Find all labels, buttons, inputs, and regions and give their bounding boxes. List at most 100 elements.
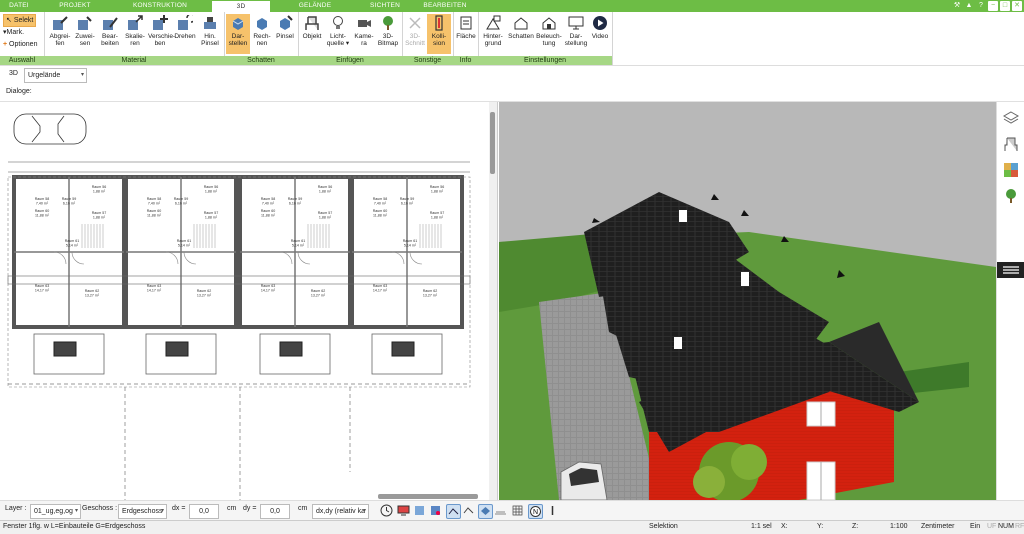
lichtquelle-label: Licht- quelle ▾	[326, 33, 350, 47]
objekt-button[interactable]: Objekt	[300, 14, 324, 54]
pinsel-button[interactable]: Pinsel	[273, 14, 297, 54]
3d-bitmap-button[interactable]: 3D- Bitmap	[376, 14, 400, 54]
help-icon[interactable]: ?	[976, 1, 986, 11]
drehen-button[interactable]: Drehen	[173, 14, 197, 54]
room-area: 1,88 m²	[319, 190, 332, 194]
layer-value: 01_ug,eg,og	[34, 508, 73, 515]
tree-icon[interactable]	[1003, 188, 1019, 204]
skalieren-button[interactable]: Skalie- ren	[123, 14, 147, 54]
kamera-button[interactable]: Kame- ra	[352, 14, 376, 54]
tab-datei[interactable]: DATEI	[2, 0, 36, 12]
kollision-button[interactable]: Kolli- sion	[427, 14, 451, 54]
group-einstellungen: Hinter- grund Schatten Beleuch- tung Dar…	[478, 12, 613, 65]
room-area: 14,17 m²	[373, 289, 388, 293]
3d-view[interactable]	[499, 102, 996, 500]
monitor-icon[interactable]	[397, 504, 410, 517]
room-area: 11,88 m²	[373, 214, 388, 218]
floor-plan-view[interactable]: Raum 56 1,88 m² Raum 59 6,16 m² Raum 58 7,40 …	[0, 102, 498, 500]
flaeche-button[interactable]: Fläche	[454, 14, 478, 54]
plan-top-hatch	[8, 161, 470, 173]
north-icon[interactable]: N	[528, 504, 543, 519]
status-rf: RF	[1015, 523, 1024, 530]
rechnen-button[interactable]: Rech- nen	[250, 14, 274, 54]
room-area: 1,88 m²	[205, 190, 218, 194]
status-ein: Ein	[970, 523, 981, 530]
plan-scroll-thumb[interactable]	[490, 112, 495, 174]
collision-icon	[435, 15, 443, 31]
snap-icon[interactable]	[413, 504, 426, 517]
hintergrund-button[interactable]: Hinter- grund	[480, 14, 506, 54]
room-name: Raum 56	[318, 185, 333, 189]
chair-icon[interactable]	[1003, 136, 1019, 152]
status-uf: UF	[987, 523, 997, 530]
camera-icon	[358, 20, 371, 27]
verschieben-button[interactable]: Verschie- ben	[148, 14, 175, 54]
minimize-button[interactable]: −	[988, 1, 998, 11]
group-label-sonstige: Sonstige	[402, 56, 453, 65]
room-area: 5,14 m²	[292, 244, 305, 248]
abgreifen-label: Abgrei- fen	[49, 33, 71, 47]
dy-input[interactable]: 0,0	[260, 504, 290, 519]
room-name: Raum 62	[311, 289, 326, 293]
video-button[interactable]: Video	[588, 14, 612, 54]
pin-icon[interactable]	[546, 504, 559, 517]
close-button[interactable]: ✕	[1012, 1, 1022, 11]
bearbeiten-button[interactable]: Bear- beiten	[98, 14, 122, 54]
coord-mode-dropdown[interactable]: dx,dy (relativ ka ▾	[312, 504, 369, 519]
options-button[interactable]: + Optionen	[3, 39, 37, 50]
sidebar-menu-button[interactable]	[997, 262, 1024, 278]
3d-cube-icon[interactable]	[478, 504, 493, 519]
terrace-furniture	[371, 333, 443, 375]
drehen-label: Drehen	[174, 33, 196, 40]
terrain-dropdown[interactable]: Urgelände ▾	[24, 68, 87, 83]
abgreifen-button[interactable]: Abgrei- fen	[48, 14, 72, 54]
tab-gelaende[interactable]: GELÄNDE	[270, 0, 360, 12]
darstellen-label: Dar- stellen	[228, 33, 248, 47]
dx-input[interactable]: 0,0	[189, 504, 219, 519]
tree-icon	[383, 16, 393, 30]
house-unit: Raum 561,88 m²Raum 596,16 m²Raum 587,40 …	[350, 175, 464, 375]
3d-render	[499, 102, 996, 500]
angle-icon[interactable]	[462, 504, 475, 517]
staircase	[307, 224, 330, 248]
room-area: 1,88 m²	[93, 216, 106, 220]
group-info: Fläche Info	[453, 12, 479, 65]
darstellen-button[interactable]: Dar- stellen	[226, 14, 250, 54]
tab-projekt[interactable]: PROJEKT	[45, 0, 105, 12]
darstellung-button[interactable]: Dar- stellung	[563, 14, 589, 54]
window-controls: ⚒ ▲ ? − □ ✕	[952, 1, 1022, 11]
zuweisen-button[interactable]: Zuwei- sen	[73, 14, 97, 54]
plan-vertical-scrollbar[interactable]	[489, 102, 497, 500]
hin-pinsel-button[interactable]: Hin. Pinsel	[198, 14, 222, 54]
layer-visibility-icon[interactable]	[429, 504, 442, 517]
maximize-button[interactable]: □	[1000, 1, 1010, 11]
lichtquelle-button[interactable]: Licht- quelle ▾	[325, 14, 351, 54]
3d-schnitt-button[interactable]: 3D- Schnitt	[403, 14, 427, 54]
grid-icon[interactable]	[511, 504, 524, 517]
beleuchtung-button[interactable]: Beleuch- tung	[536, 14, 562, 54]
clock-icon[interactable]	[380, 504, 393, 517]
mark-button[interactable]: ▾Mark.	[3, 27, 24, 38]
group-sonstige: 3D- Schnitt Kolli- sion Sonstige	[402, 12, 454, 65]
3d-bitmap-label: 3D- Bitmap	[377, 33, 399, 47]
select-button[interactable]: ↖ Selekt	[3, 14, 37, 27]
schatten-settings-button[interactable]: Schatten	[507, 14, 535, 54]
collapse-ribbon-button[interactable]: ▲	[964, 1, 974, 11]
layer-label: Layer :	[5, 505, 27, 512]
edit-material-icon	[103, 17, 118, 30]
tools-icon[interactable]: ⚒	[952, 1, 962, 11]
house-units: Raum 561,88 m²Raum 596,16 m²Raum 587,40 …	[7, 175, 471, 388]
assign-material-icon	[78, 16, 92, 30]
plan-horizontal-scrollbar[interactable]	[378, 494, 478, 499]
pattern-icon[interactable]	[494, 504, 507, 517]
tab-konstruktion[interactable]: KONSTRUKTION	[125, 0, 195, 12]
geschoss-dropdown[interactable]: Erdgeschoss ▾	[118, 504, 167, 519]
layer-dropdown[interactable]: 01_ug,eg,og ▾	[30, 504, 81, 519]
material-palette-icon[interactable]	[1003, 162, 1019, 178]
room-area: 13,27 m²	[423, 294, 438, 298]
line-tool-icon[interactable]	[446, 504, 461, 519]
tab-bearbeiten[interactable]: BEARBEITEN	[410, 0, 480, 12]
layers-icon[interactable]	[1003, 110, 1019, 126]
tab-sichten[interactable]: SICHTEN	[355, 0, 415, 12]
room-name: Raum 61	[403, 239, 418, 243]
